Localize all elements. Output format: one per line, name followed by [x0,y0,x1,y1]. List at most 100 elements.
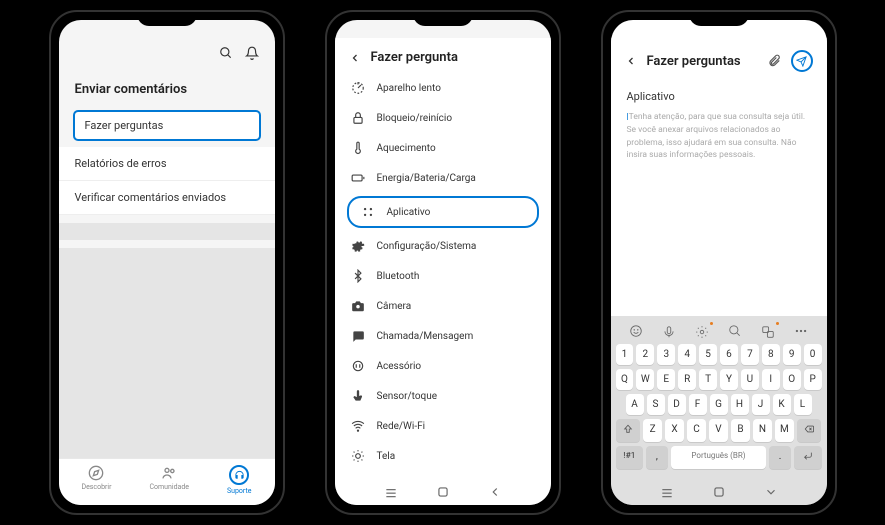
kbd-search-icon[interactable] [728,324,742,338]
translate-icon[interactable] [761,324,775,338]
key-C[interactable]: C [687,419,706,442]
backspace-key[interactable] [797,419,822,442]
key-8[interactable]: 8 [762,344,780,365]
recents-icon[interactable] [660,485,674,499]
category-item-9[interactable]: Acessório [335,351,551,381]
nav-label: Suporte [227,487,251,495]
more-icon[interactable] [794,324,808,338]
key-1[interactable]: 1 [616,344,634,365]
list-item-2[interactable]: Verificar comentários enviados [59,181,275,215]
category-item-2[interactable]: Aquecimento [335,133,551,163]
key-Y[interactable]: Y [720,369,738,390]
key-V[interactable]: V [709,419,728,442]
key-B[interactable]: B [731,419,750,442]
category-item-10[interactable]: Sensor/toque [335,381,551,411]
key-6[interactable]: 6 [720,344,738,365]
search-icon[interactable] [219,46,233,60]
key-W[interactable]: W [636,369,654,390]
key-O[interactable]: O [783,369,801,390]
category-item-0[interactable]: Aparelho lento [335,73,551,103]
comma-key[interactable]: , [646,446,667,469]
nav-descobrir[interactable]: Descobrir [82,465,112,495]
screen-2: Fazer pergunta Aparelho lentoBloqueio/re… [335,20,551,505]
key-A[interactable]: A [626,394,644,415]
key-Z[interactable]: Z [643,419,662,442]
category-item-12[interactable]: Tela [335,441,551,471]
send-button[interactable] [791,50,813,72]
category-label: Chamada/Mensagem [377,331,474,342]
key-G[interactable]: G [710,394,728,415]
category-label: Configuração/Sistema [377,241,477,252]
emoji-icon[interactable] [629,324,643,338]
send-icon [796,56,807,67]
key-9[interactable]: 9 [783,344,801,365]
category-item-8[interactable]: Chamada/Mensagem [335,321,551,351]
key-D[interactable]: D [668,394,686,415]
people-icon [161,465,177,481]
key-2[interactable]: 2 [636,344,654,365]
enter-key[interactable] [794,446,822,469]
back-icon[interactable] [349,52,361,64]
key-R[interactable]: R [678,369,696,390]
nav-suporte[interactable]: Suporte [227,465,251,495]
key-P[interactable]: P [804,369,822,390]
key-0[interactable]: 0 [804,344,822,365]
headset-icon [229,465,249,485]
battery-icon [351,171,365,185]
key-M[interactable]: M [775,419,794,442]
nav-comunidade[interactable]: Comunidade [149,465,189,495]
speed-icon [351,81,365,95]
space-key[interactable]: Português (BR) [671,446,767,469]
category-item-5[interactable]: Configuração/Sistema [335,231,551,261]
category-item-6[interactable]: Bluetooth [335,261,551,291]
header-icons [59,38,275,72]
key-Q[interactable]: Q [616,369,634,390]
key-E[interactable]: E [657,369,675,390]
back-icon[interactable] [625,55,637,67]
section-title: Enviar comentários [59,72,275,109]
key-5[interactable]: 5 [699,344,717,365]
category-list: Aparelho lento Bloqueio/reinícioAquecimen… [335,73,551,479]
home-icon[interactable] [712,485,726,499]
compose-input[interactable]: |Tenha atenção, para que sua consulta se… [611,111,827,162]
category-item-7[interactable]: Câmera [335,291,551,321]
header-actions [767,50,813,72]
shift-key[interactable] [616,419,641,442]
compose-area[interactable] [611,162,827,316]
keyboard-down-icon[interactable] [764,485,778,499]
key-4[interactable]: 4 [678,344,696,365]
attach-icon[interactable] [767,54,781,68]
key-S[interactable]: S [647,394,665,415]
list-item-0[interactable]: Fazer perguntas [73,110,261,141]
key-T[interactable]: T [699,369,717,390]
period-key[interactable]: . [769,446,790,469]
key-K[interactable]: K [773,394,791,415]
category-label: Aparelho lento [377,83,441,94]
key-J[interactable]: J [752,394,770,415]
page-header: Fazer perguntas [611,38,827,80]
key-N[interactable]: N [753,419,772,442]
settings-icon[interactable] [695,324,709,338]
list-item-1[interactable]: Relatórios de erros [59,147,275,181]
recents-icon[interactable] [384,485,398,499]
key-L[interactable]: L [794,394,812,415]
phone-mockup-3: Fazer perguntas Aplicativo |Tenha atençã… [601,10,837,515]
bell-icon[interactable] [245,46,259,60]
home-icon[interactable] [436,485,450,499]
mic-icon[interactable] [662,324,676,338]
key-H[interactable]: H [731,394,749,415]
numbers-key[interactable]: !#1 [616,446,644,469]
key-7[interactable]: 7 [741,344,759,365]
key-X[interactable]: X [665,419,684,442]
key-U[interactable]: U [741,369,759,390]
back-nav-icon[interactable] [488,485,502,499]
category-item-1[interactable]: Bloqueio/reinício [335,103,551,133]
key-F[interactable]: F [689,394,707,415]
category-item-4[interactable]: Aplicativo [347,196,539,228]
category-label: Energia/Bateria/Carga [377,173,476,184]
key-I[interactable]: I [762,369,780,390]
keyboard: 1234567890 QWERTYUIOP ASDFGHJKL ZXCVBNM … [611,316,827,479]
key-3[interactable]: 3 [657,344,675,365]
category-item-11[interactable]: Rede/Wi-Fi [335,411,551,441]
category-item-3[interactable]: Energia/Bateria/Carga [335,163,551,193]
